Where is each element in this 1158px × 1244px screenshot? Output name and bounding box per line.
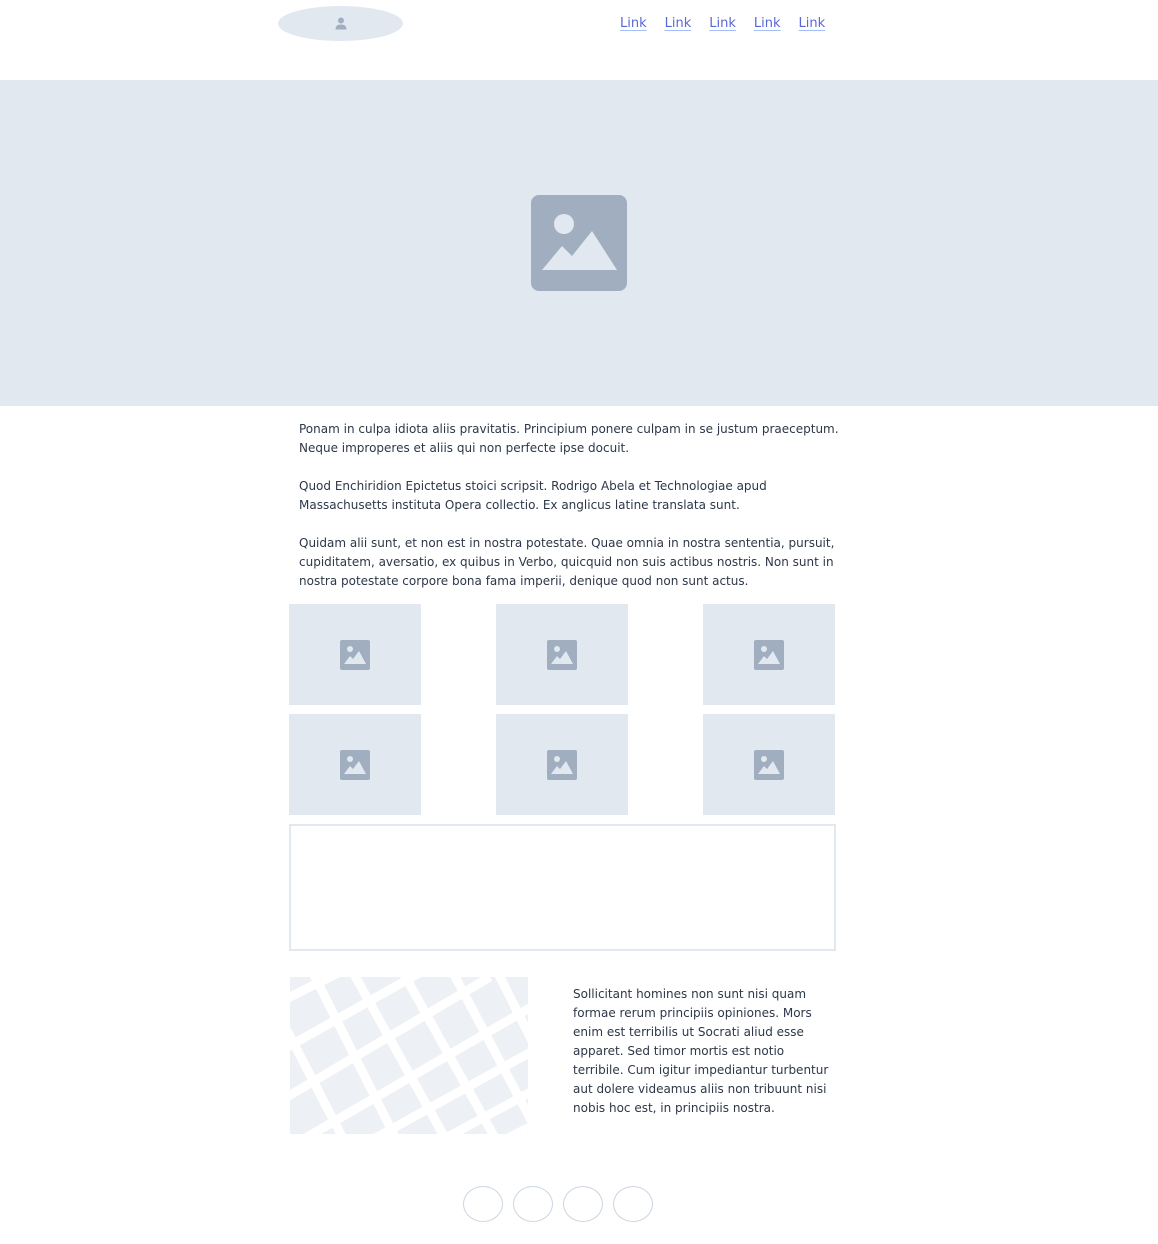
paragraph: Ponam in culpa idiota aliis pravitatis. … — [299, 422, 839, 455]
image-placeholder-icon — [754, 639, 784, 670]
gallery-image[interactable] — [703, 714, 835, 815]
map-description: Sollicitant homines non sunt nisi quam f… — [573, 987, 829, 1115]
image-gallery — [289, 604, 835, 815]
logo[interactable] — [278, 6, 403, 41]
social-link-circle[interactable] — [613, 1186, 653, 1222]
image-placeholder-icon — [340, 749, 370, 780]
image-placeholder-icon — [531, 195, 627, 291]
user-icon — [335, 17, 346, 30]
content-placeholder-box — [289, 824, 836, 951]
nav-link-3[interactable]: Link — [709, 15, 736, 35]
gallery-image[interactable] — [289, 714, 421, 815]
gallery-image[interactable] — [496, 604, 628, 705]
nav-link-4[interactable]: Link — [754, 15, 781, 35]
main-nav: Link Link Link Link Link — [620, 15, 825, 35]
image-placeholder-icon — [547, 639, 577, 670]
nav-link-5[interactable]: Link — [799, 15, 826, 35]
social-link-circle[interactable] — [513, 1186, 553, 1222]
gallery-image[interactable] — [289, 604, 421, 705]
gallery-image[interactable] — [496, 714, 628, 815]
social-link-circle[interactable] — [463, 1186, 503, 1222]
social-link-circle[interactable] — [563, 1186, 603, 1222]
image-placeholder-icon — [754, 749, 784, 780]
image-placeholder-icon — [340, 639, 370, 670]
map-streets-graphic — [290, 977, 528, 1134]
map-placeholder[interactable] — [290, 977, 528, 1134]
image-placeholder-icon — [547, 749, 577, 780]
body-text: Ponam in culpa idiota aliis pravitatis. … — [299, 420, 859, 610]
paragraph: Quod Enchiridion Epictetus stoici scrips… — [299, 479, 767, 512]
nav-link-2[interactable]: Link — [665, 15, 692, 35]
gallery-image[interactable] — [703, 604, 835, 705]
social-links — [463, 1186, 653, 1222]
paragraph: Quidam alii sunt, et non est in nostra p… — [299, 536, 835, 588]
nav-link-1[interactable]: Link — [620, 15, 647, 35]
hero-image — [0, 80, 1158, 406]
